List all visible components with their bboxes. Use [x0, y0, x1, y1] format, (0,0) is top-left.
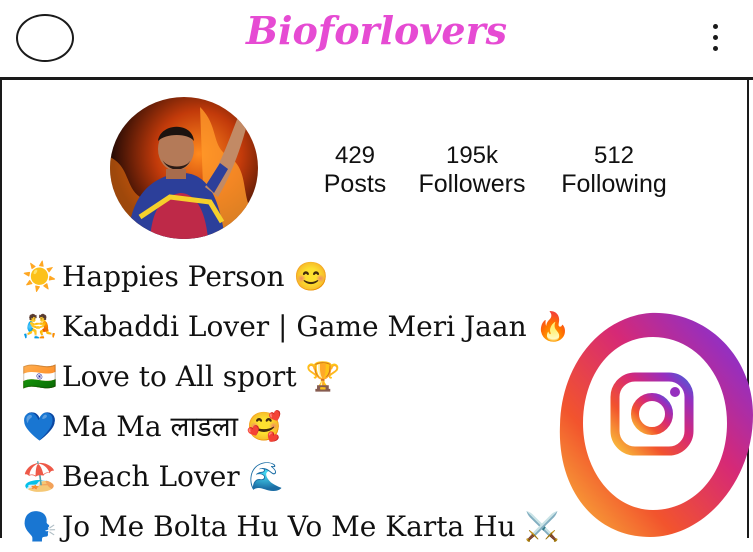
bio-section: ☀️ Happies Person 😊 🤼 Kabaddi Lover | Ga…: [22, 252, 570, 552]
bio-line: ☀️ Happies Person 😊: [22, 252, 570, 302]
stat-followers[interactable]: 195k Followers: [410, 142, 534, 198]
blue-heart-icon: 💙: [22, 410, 57, 443]
bio-line: 🗣️ Jo Me Bolta Hu Vo Me Karta Hu ⚔️: [22, 502, 570, 552]
stat-following-label: Following: [561, 170, 667, 198]
bio-text: Kabaddi Lover | Game Meri Jaan 🔥: [62, 310, 571, 343]
profile-avatar[interactable]: [110, 97, 258, 239]
sun-icon: ☀️: [22, 260, 57, 293]
stat-posts[interactable]: 429 Posts: [320, 142, 390, 198]
app-title: Bioforlovers: [245, 8, 508, 53]
instagram-logo-icon: [559, 312, 753, 537]
bio-text: Jo Me Bolta Hu Vo Me Karta Hu ⚔️: [62, 510, 560, 543]
bio-text: Ma Ma लाडला 🥰: [62, 410, 282, 443]
kebab-menu-icon[interactable]: [711, 24, 719, 54]
bio-text: Beach Lover 🌊: [62, 460, 284, 493]
bio-line: 💙 Ma Ma लाडला 🥰: [22, 402, 570, 452]
stat-following-value: 512: [593, 142, 635, 169]
bio-line: 🤼 Kabaddi Lover | Game Meri Jaan 🔥: [22, 302, 570, 352]
stat-posts-label: Posts: [323, 170, 387, 198]
athlete-photo: [110, 107, 258, 239]
wrestlers-icon: 🤼: [22, 310, 57, 343]
top-bar: Bioforlovers: [0, 0, 753, 80]
stat-followers-value: 195k: [445, 142, 499, 169]
bio-line: 🇮🇳 Love to All sport 🏆: [22, 352, 570, 402]
bio-text: Happies Person 😊: [62, 260, 329, 293]
india-flag-icon: 🇮🇳: [22, 360, 57, 393]
stat-followers-label: Followers: [418, 170, 526, 198]
speaking-head-icon: 🗣️: [22, 510, 57, 543]
bio-text: Love to All sport 🏆: [62, 360, 341, 393]
stat-posts-value: 429: [334, 142, 376, 169]
bio-line: 🏖️ Beach Lover 🌊: [22, 452, 570, 502]
stat-following[interactable]: 512 Following: [552, 142, 676, 198]
beach-umbrella-icon: 🏖️: [22, 460, 57, 493]
